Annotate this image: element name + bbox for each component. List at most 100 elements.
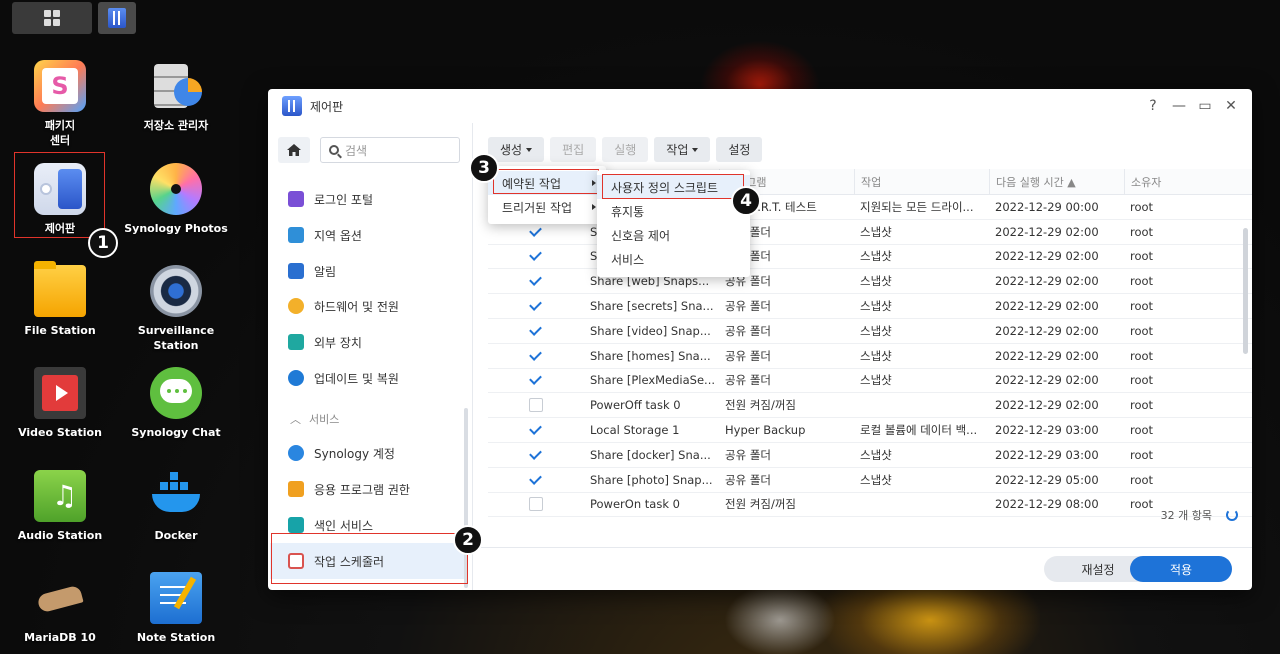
- synology-photos-icon: [150, 163, 202, 215]
- sidebar-section-label: 서비스: [309, 413, 340, 426]
- grid-footer: 32 개 항목: [1161, 507, 1238, 523]
- cell-task-name: PowerOn task 0: [590, 497, 680, 512]
- docker-icon: [150, 470, 202, 522]
- sidebar-item-regional-options[interactable]: 지역 옵션: [270, 218, 466, 252]
- enabled-checkbox[interactable]: [529, 224, 543, 239]
- enabled-checkbox[interactable]: [529, 472, 543, 487]
- sidebar-item-update-restore[interactable]: 업데이트 및 복원: [270, 361, 466, 395]
- desktop-icon-docker[interactable]: Docker: [121, 470, 231, 543]
- cell-task-name: Share [homes] Sna...: [590, 348, 711, 363]
- sidebar-section-services[interactable]: ︿ 서비스: [290, 411, 339, 427]
- cell-program: Hyper Backup: [725, 423, 806, 438]
- enabled-checkbox[interactable]: [529, 323, 543, 338]
- close-button[interactable]: ✕: [1218, 97, 1244, 115]
- update-restore-icon: [288, 370, 304, 386]
- desktop-icon-synology-chat[interactable]: Synology Chat: [121, 367, 231, 440]
- cell-action: 스냅샷: [860, 299, 892, 314]
- edit-button[interactable]: 편집: [550, 137, 597, 162]
- window-titlebar[interactable]: 제어판 ? — ▭ ✕: [268, 89, 1252, 123]
- cell-next-run: 2022-12-29 08:00: [995, 497, 1099, 512]
- action-button[interactable]: 작업: [654, 137, 711, 162]
- menu-item-service[interactable]: 서비스: [597, 247, 750, 271]
- table-row[interactable]: Share [photo] Snap... 공유 폴더 스냅샷 2022-12-29 …: [488, 468, 1252, 493]
- sidebar-item-notification[interactable]: 알림: [270, 254, 466, 288]
- desktop-icon-file-station[interactable]: File Station: [5, 261, 115, 338]
- sidebar-item-synology-account[interactable]: Synology 계정: [270, 436, 466, 470]
- table-row[interactable]: Share [PlexMediaSe... 공유 폴더 스냅샷 2022-12-29 …: [488, 369, 1252, 394]
- cell-program: 공유 폴더: [725, 472, 771, 487]
- help-button[interactable]: ?: [1140, 97, 1166, 115]
- row-checkbox-cell: [488, 493, 584, 517]
- enabled-checkbox[interactable]: [529, 497, 543, 512]
- desktop-icon-audio-station[interactable]: ♫ Audio Station: [5, 470, 115, 543]
- cell-action: [854, 393, 989, 417]
- create-button[interactable]: 생성: [488, 137, 545, 162]
- table-row[interactable]: Share [docker] Sna... 공유 폴더 스냅샷 2022-12-29 …: [488, 443, 1252, 468]
- desktop-icon-label: Surveillance Station: [137, 324, 215, 352]
- sidebar-item-hardware-power[interactable]: 하드웨어 및 전원: [270, 289, 466, 323]
- cell-task-name: Share [video] Snap...: [590, 323, 711, 338]
- cell-action: 스냅샷: [860, 224, 892, 239]
- step-badge-4: 4: [731, 186, 761, 216]
- enabled-checkbox[interactable]: [529, 249, 543, 264]
- home-icon: [287, 144, 301, 156]
- highlight-user-defined-script: [602, 174, 744, 199]
- minimize-button[interactable]: —: [1166, 97, 1192, 115]
- sidebar-item-app-privileges[interactable]: 응용 프로그램 권한: [270, 472, 466, 506]
- desktop-icon-package-center[interactable]: S 패키지 센터: [5, 60, 115, 148]
- enabled-checkbox[interactable]: [529, 348, 543, 363]
- maximize-button[interactable]: ▭: [1192, 97, 1218, 115]
- desktop-icon-mariadb[interactable]: MariaDB 10: [5, 572, 115, 645]
- search-input[interactable]: 검색: [345, 142, 367, 159]
- enabled-checkbox[interactable]: [529, 423, 543, 438]
- table-row[interactable]: PowerOff task 0 전원 켜짐/꺼짐 2022-12-29 02:00 r…: [488, 393, 1252, 419]
- settings-button[interactable]: 설정: [716, 137, 763, 162]
- menu-item-recycle-bin[interactable]: 휴지통: [597, 199, 750, 223]
- sidebar-item-label: 로그인 포털: [314, 192, 374, 207]
- storage-manager-icon: [150, 60, 202, 112]
- sidebar-item-label: 색인 서비스: [314, 518, 374, 533]
- enabled-checkbox[interactable]: [529, 447, 543, 462]
- row-checkbox-cell: [488, 344, 584, 368]
- table-row[interactable]: PowerOn task 0 전원 켜짐/꺼짐 2022-12-29 08:00 ro…: [488, 493, 1252, 518]
- table-row[interactable]: Share [video] Snap... 공유 폴더 스냅샷 2022-12-29 …: [488, 319, 1252, 344]
- refresh-icon[interactable]: [1226, 509, 1238, 521]
- table-row[interactable]: Local Storage 1 Hyper Backup 로컬 볼륨에 데이터 백.…: [488, 418, 1252, 443]
- column-header-owner[interactable]: 소유자: [1124, 169, 1252, 194]
- sidebar-item-external-devices[interactable]: 외부 장치: [270, 325, 466, 359]
- desktop-icon-synology-photos[interactable]: Synology Photos: [121, 163, 231, 236]
- taskbar-control-panel-button[interactable]: [98, 2, 136, 34]
- home-button[interactable]: [278, 137, 310, 163]
- menu-item-beep-control[interactable]: 신호음 제어: [597, 223, 750, 247]
- column-header-action[interactable]: 작업: [854, 169, 989, 194]
- desktop-icon-storage-manager[interactable]: 저장소 관리자: [121, 60, 231, 133]
- cell-next-run: 2022-12-29 02:00: [995, 299, 1099, 314]
- sidebar: 검색 로그인 포털 지역 옵션 알림 하드웨어 및 전원 외부 장치 업데이트 …: [268, 123, 473, 590]
- sidebar-item-login-portal[interactable]: 로그인 포털: [270, 182, 466, 216]
- menu-item-triggered-task[interactable]: 트리거된 작업: [488, 195, 606, 219]
- desktop-icon-surveillance-station[interactable]: Surveillance Station: [121, 265, 231, 353]
- table-row[interactable]: Share [secrets] Sna... 공유 폴더 스냅샷 2022-12-29…: [488, 294, 1252, 319]
- enabled-checkbox[interactable]: [529, 274, 543, 289]
- grid-scrollbar[interactable]: [1243, 228, 1248, 354]
- cell-action: 스냅샷: [860, 373, 892, 388]
- cell-task-name: Share [secrets] Sna...: [590, 299, 714, 314]
- apply-button[interactable]: 적용: [1130, 556, 1232, 582]
- run-button[interactable]: 실행: [602, 137, 649, 162]
- enabled-checkbox[interactable]: [529, 398, 543, 413]
- step-badge-3: 3: [469, 153, 499, 183]
- main-menu-button[interactable]: [12, 2, 92, 34]
- enabled-checkbox[interactable]: [529, 373, 543, 388]
- search-box[interactable]: 검색: [320, 137, 460, 163]
- create-button-label: 생성: [500, 143, 523, 157]
- cell-action: 스냅샷: [860, 472, 892, 487]
- item-count: 32 개 항목: [1160, 509, 1212, 522]
- row-checkbox-cell: [488, 245, 584, 269]
- table-row[interactable]: Share [homes] Sna... 공유 폴더 스냅샷 2022-12-29 0…: [488, 344, 1252, 369]
- column-header-next-run[interactable]: 다음 실행 시간 ▲: [989, 169, 1124, 194]
- enabled-checkbox[interactable]: [529, 299, 543, 314]
- cell-next-run: 2022-12-29 02:00: [995, 398, 1099, 413]
- desktop-icon-note-station[interactable]: Note Station: [121, 572, 231, 645]
- notification-icon: [288, 263, 304, 279]
- desktop-icon-video-station[interactable]: Video Station: [5, 367, 115, 440]
